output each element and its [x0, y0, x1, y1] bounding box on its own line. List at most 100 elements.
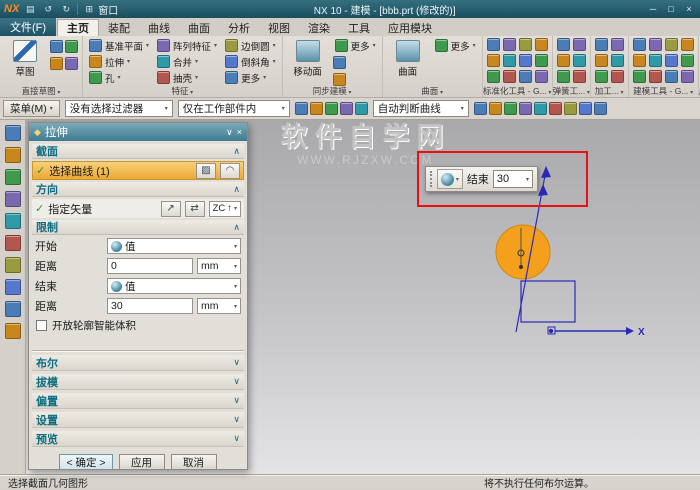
- end-distance-input[interactable]: 30: [107, 298, 193, 314]
- window-menu[interactable]: ⊞ 窗口 ▾: [82, 2, 123, 17]
- ribbon-button[interactable]: 更多▾: [433, 38, 478, 53]
- end-condition-button[interactable]: ▾: [437, 169, 463, 189]
- ribbon-icon[interactable]: [333, 56, 346, 69]
- ribbon-icon[interactable]: [335, 39, 348, 52]
- internet-browser-icon[interactable]: [5, 323, 21, 339]
- dialog-section-preview[interactable]: 预览∨: [32, 431, 244, 447]
- assembly-navigator-icon[interactable]: [5, 147, 21, 163]
- selection-toolbar-icon[interactable]: [325, 102, 338, 115]
- menu-button[interactable]: 菜单(M) ▾: [3, 100, 60, 117]
- sketch-section-button[interactable]: ▨: [196, 163, 216, 179]
- curve-select-button[interactable]: ◠: [220, 163, 240, 179]
- ribbon-icon[interactable]: [611, 54, 624, 67]
- ribbon-icon[interactable]: [503, 70, 516, 83]
- ribbon-button[interactable]: 合并▾: [155, 54, 219, 69]
- ribbon-icon[interactable]: [89, 71, 102, 84]
- selection-toolbar-icon[interactable]: [519, 102, 532, 115]
- ribbon-icon[interactable]: [519, 38, 532, 51]
- ribbon-icon[interactable]: [225, 55, 238, 68]
- ribbon-icon[interactable]: [573, 54, 586, 67]
- process-studio-icon[interactable]: [5, 301, 21, 317]
- ribbon-icon[interactable]: [503, 54, 516, 67]
- ribbon-icon[interactable]: [50, 57, 63, 70]
- ribbon-button[interactable]: 移动面: [287, 38, 329, 78]
- dialog-close-icon[interactable]: ×: [237, 127, 242, 137]
- ribbon-icon[interactable]: [633, 70, 646, 83]
- cancel-button[interactable]: 取消: [171, 454, 217, 470]
- history-icon[interactable]: [5, 279, 21, 295]
- ribbon-icon[interactable]: [595, 38, 608, 51]
- ribbon-icon[interactable]: [157, 39, 170, 52]
- dialog-section-draft[interactable]: 拔模∨: [32, 374, 244, 390]
- ribbon-button[interactable]: 阵列特征▾: [155, 38, 219, 53]
- ribbon-icon[interactable]: [435, 39, 448, 52]
- ribbon-icon[interactable]: [333, 73, 346, 86]
- start-unit-dropdown[interactable]: mm ▾: [197, 258, 241, 274]
- ribbon-icon[interactable]: [681, 38, 694, 51]
- tab-渲染[interactable]: 渲染: [299, 19, 339, 36]
- hd3d-tools-icon[interactable]: [5, 235, 21, 251]
- ribbon-icon[interactable]: [89, 55, 102, 68]
- ribbon-icon[interactable]: [535, 38, 548, 51]
- ribbon-icon[interactable]: [225, 39, 238, 52]
- ribbon-icon[interactable]: [50, 40, 63, 53]
- close-button[interactable]: ×: [682, 4, 696, 14]
- ribbon-icon[interactable]: [633, 38, 646, 51]
- selection-toolbar-icon[interactable]: [579, 102, 592, 115]
- ribbon-icon[interactable]: [157, 71, 170, 84]
- ribbon-icon[interactable]: [557, 70, 570, 83]
- ribbon-icon[interactable]: [573, 38, 586, 51]
- undo-icon[interactable]: ↺: [41, 3, 55, 16]
- ribbon-button[interactable]: 倒斜角▾: [223, 54, 278, 69]
- end-option-dropdown[interactable]: 值 ▾: [107, 278, 241, 294]
- dialog-section-offset[interactable]: 偏置∨: [32, 393, 244, 409]
- ribbon-icon[interactable]: [649, 38, 662, 51]
- selection-scope-dropdown[interactable]: 仅在工作部件内 ▾: [178, 100, 290, 117]
- tab-工具[interactable]: 工具: [339, 19, 379, 36]
- maximize-button[interactable]: □: [664, 4, 678, 14]
- end-distance-input[interactable]: 30 ▾: [493, 170, 533, 188]
- ribbon-icon[interactable]: [519, 54, 532, 67]
- end-unit-dropdown[interactable]: mm ▾: [197, 298, 241, 314]
- dependencies-icon[interactable]: [5, 257, 21, 273]
- ribbon-button[interactable]: 孔▾: [87, 70, 151, 85]
- selection-toolbar-icon[interactable]: [504, 102, 517, 115]
- section-header-direction[interactable]: 方向 ∧: [32, 182, 244, 197]
- dialog-header[interactable]: ◆ 拉伸 ∨ ×: [29, 123, 247, 141]
- ribbon-icon[interactable]: [487, 38, 500, 51]
- ribbon-icon[interactable]: [611, 70, 624, 83]
- selection-toolbar-icon[interactable]: [340, 102, 353, 115]
- selection-toolbar-icon[interactable]: [295, 102, 308, 115]
- section-header-section[interactable]: 截面 ∧: [32, 144, 244, 159]
- selection-toolbar-icon[interactable]: [534, 102, 547, 115]
- ribbon-icon[interactable]: [633, 54, 646, 67]
- ribbon-icon[interactable]: [557, 38, 570, 51]
- selection-toolbar-icon[interactable]: [310, 102, 323, 115]
- section-header-limits[interactable]: 限制 ∧: [32, 220, 244, 235]
- ribbon-icon[interactable]: [557, 54, 570, 67]
- ribbon-icon[interactable]: [65, 40, 78, 53]
- ribbon-button[interactable]: 边倒圆▾: [223, 38, 278, 53]
- ribbon-icon[interactable]: [649, 54, 662, 67]
- dialog-section-boolean[interactable]: 布尔∨: [32, 355, 244, 371]
- ribbon-button[interactable]: 草图: [4, 38, 46, 78]
- ribbon-icon[interactable]: [681, 54, 694, 67]
- tab-曲面[interactable]: 曲面: [179, 19, 219, 36]
- ribbon-icon[interactable]: [65, 57, 78, 70]
- selection-toolbar-icon[interactable]: [564, 102, 577, 115]
- selection-toolbar-icon[interactable]: [355, 102, 368, 115]
- ribbon-icon[interactable]: [487, 70, 500, 83]
- ribbon-icon[interactable]: [649, 70, 662, 83]
- ribbon-icon[interactable]: [503, 38, 516, 51]
- select-curve-row[interactable]: ✓ 选择曲线 (1) ▨ ◠: [32, 161, 244, 180]
- minimize-button[interactable]: ─: [646, 4, 660, 14]
- tab-应用模块[interactable]: 应用模块: [379, 19, 441, 36]
- tab-file[interactable]: 文件(F): [0, 18, 56, 36]
- ribbon-button[interactable]: 拉伸▾: [87, 54, 151, 69]
- ribbon-button[interactable]: 更多▾: [333, 38, 378, 53]
- apply-button[interactable]: 应用: [119, 454, 165, 470]
- ribbon-icon[interactable]: [157, 55, 170, 68]
- curve-rule-dropdown[interactable]: 自动判断曲线 ▾: [373, 100, 469, 117]
- ribbon-icon[interactable]: [225, 71, 238, 84]
- tab-曲线[interactable]: 曲线: [139, 19, 179, 36]
